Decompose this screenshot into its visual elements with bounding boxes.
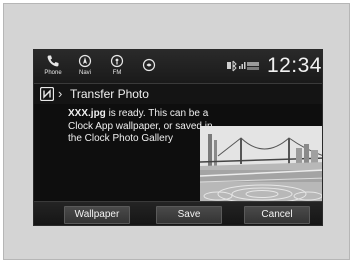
button-bar: Wallpaper Save Cancel [34,201,322,225]
radio-icon [110,54,124,68]
phone-icon [47,55,59,67]
dialog-body: XXX.jpg is ready. This can be a Clock Ap… [34,104,322,201]
navi-button[interactable]: Navi [70,52,100,82]
photo-preview [200,126,322,201]
bluetooth-icon [232,60,237,72]
fm-label: FM [112,70,122,76]
navi-icon [78,54,92,68]
signal-icon [239,66,241,69]
cancel-button[interactable]: Cancel [244,206,310,224]
phone-status-icon [227,62,231,69]
save-button[interactable]: Save [156,206,222,224]
file-name: XXX.jpg [68,108,106,119]
nfc-icon [40,87,54,101]
fm-button[interactable]: FM [102,52,132,82]
chevron-right-icon: › [58,86,63,101]
siri-icon [142,58,156,72]
status-bar: Phone Navi FM 12:34 [34,50,322,84]
phone-button[interactable]: Phone [38,52,68,82]
wallpaper-button[interactable]: Wallpaper [64,206,130,224]
page-title: Transfer Photo [70,87,149,101]
title-bar: › Transfer Photo [34,84,322,104]
display-screen: Phone Navi FM 12:34 › Transfer Photo XXX… [33,49,323,226]
status-icons [227,60,259,72]
phone-label: Phone [44,70,62,76]
siri-button[interactable] [134,52,164,82]
clock: 12:34 [266,54,322,77]
navi-label: Navi [78,70,91,76]
page-frame: Phone Navi FM 12:34 › Transfer Photo XXX… [3,3,350,260]
battery-icon [247,62,259,66]
